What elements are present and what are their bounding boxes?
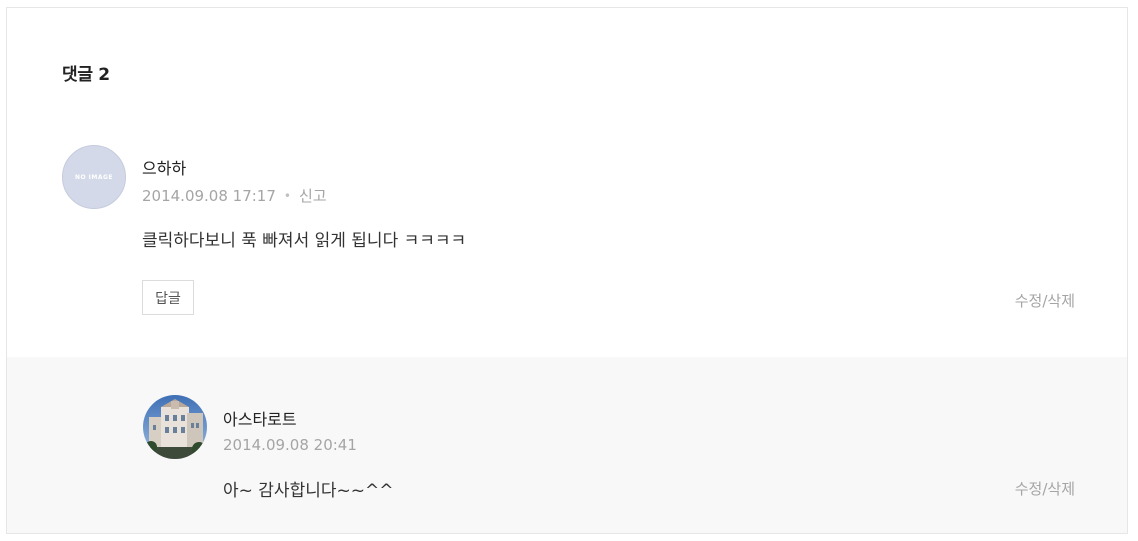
avatar-placeholder: NO IMAGE [62, 145, 126, 209]
comments-count-title: 댓글 2 [62, 65, 110, 85]
reply-button[interactable]: 답글 [142, 280, 194, 315]
comment-timestamp: 2014.09.08 17:17 [142, 187, 276, 205]
report-link[interactable]: 신고 [299, 187, 327, 205]
reply-edit-delete-link[interactable]: 수정/삭제 [1015, 478, 1075, 499]
reply-timestamp: 2014.09.08 20:41 [223, 436, 357, 454]
meta-separator: • [283, 189, 291, 203]
avatar [143, 395, 207, 459]
no-image-label: NO IMAGE [74, 173, 114, 181]
comment-text: 클릭하다보니 푹 빠져서 읽게 됩니다 ㅋㅋㅋㅋ [142, 231, 467, 251]
comment-item: NO IMAGE 으하하 2014.09.08 17:17 • 신고 클릭하다보니 … [7, 133, 1127, 357]
reply-author: 아스타로트 [223, 410, 297, 429]
comment-meta: 2014.09.08 17:17 • 신고 [142, 185, 327, 206]
building-photo-icon [143, 395, 207, 459]
comments-section: 댓글 2 NO IMAGE 으하하 2014.09.08 17:17 • 신고 클릭… [6, 7, 1128, 534]
reply-item: 아스타로트 2014.09.08 20:41 아~ 감사합니다~~^^ 수정/삭… [7, 357, 1127, 533]
comment-author: 으하하 [142, 159, 187, 178]
edit-delete-link[interactable]: 수정/삭제 [1015, 290, 1075, 311]
reply-text: 아~ 감사합니다~~^^ [223, 481, 394, 501]
